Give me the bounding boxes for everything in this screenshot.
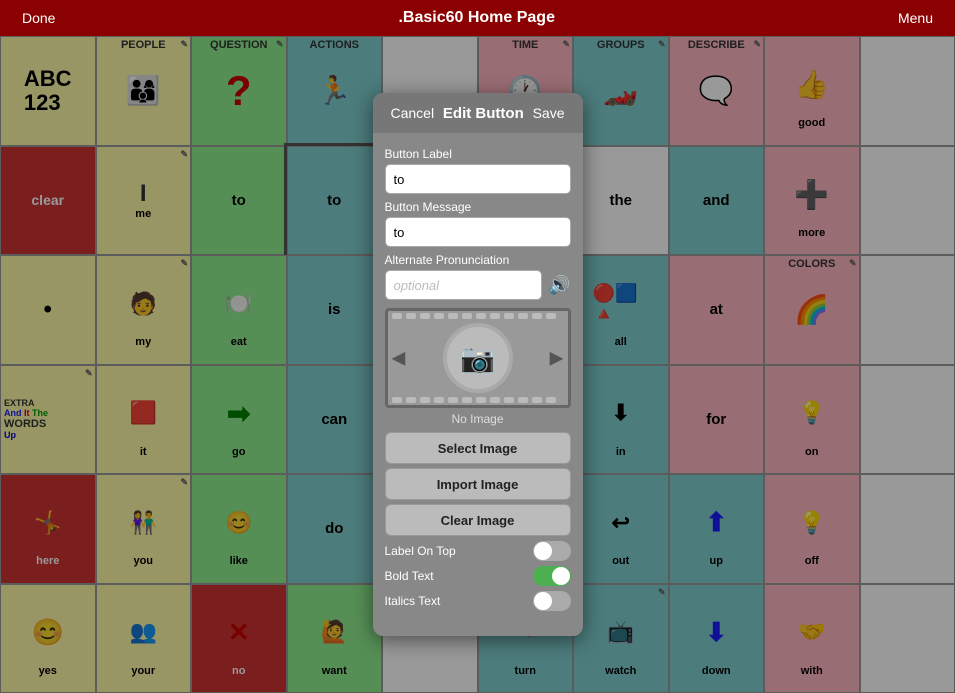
clear-image-button[interactable]: Clear Image [385, 504, 571, 536]
perf-hole [504, 397, 514, 403]
modal-header: Cancel Edit Button Save [373, 93, 583, 133]
label-on-top-label: Label On Top [385, 544, 456, 558]
perf-hole [532, 397, 542, 403]
button-label-input[interactable] [385, 164, 571, 194]
no-image-label: No Image [385, 412, 571, 426]
symbol-grid: ABC123 PEOPLE 👨‍👩‍👦 ✎ QUESTION ? ✎ ACTIO… [0, 36, 955, 693]
top-bar: Done .Basic60 Home Page Menu [0, 0, 955, 36]
image-filmstrip: ◀ 📷 ▶ [385, 308, 571, 408]
app-title: .Basic60 Home Page [398, 9, 555, 27]
perf-hole [406, 397, 416, 403]
perf-hole [392, 397, 402, 403]
button-message-input[interactable] [385, 217, 571, 247]
perf-hole [434, 397, 444, 403]
button-message-field-label: Button Message [385, 200, 571, 214]
pronunciation-row: 🔊 [385, 270, 571, 300]
speaker-icon[interactable]: 🔊 [548, 275, 570, 296]
perf-hole [420, 313, 430, 319]
italics-text-label: Italics Text [385, 594, 441, 608]
perf-hole [434, 313, 444, 319]
bold-text-label: Bold Text [385, 569, 434, 583]
cancel-button[interactable]: Cancel [385, 103, 441, 123]
perf-hole [392, 313, 402, 319]
perf-hole [476, 313, 486, 319]
button-label-field-label: Button Label [385, 147, 571, 161]
no-image-placeholder: 📷 [443, 323, 513, 393]
perf-hole [532, 313, 542, 319]
perf-hole [518, 313, 528, 319]
perf-hole [546, 313, 556, 319]
modal-body: Button Label Button Message Alternate Pr… [373, 133, 583, 624]
bold-text-row: Bold Text [385, 566, 571, 586]
film-perforations-bottom [388, 395, 568, 405]
perf-hole [518, 397, 528, 403]
perf-hole [504, 313, 514, 319]
bold-text-toggle[interactable] [533, 566, 571, 586]
label-on-top-row: Label On Top [385, 541, 571, 561]
no-image-icon: 📷 [460, 342, 495, 375]
toggle-knob [534, 542, 552, 560]
modal-overlay: Cancel Edit Button Save Button Label But… [0, 36, 955, 693]
perf-hole [406, 313, 416, 319]
perf-hole [490, 313, 500, 319]
perf-hole [476, 397, 486, 403]
alt-pronunciation-field-label: Alternate Pronunciation [385, 253, 571, 267]
perf-hole [420, 397, 430, 403]
select-image-button[interactable]: Select Image [385, 432, 571, 464]
perf-hole [448, 313, 458, 319]
toggle-knob [534, 592, 552, 610]
perf-hole [462, 397, 472, 403]
perf-hole [546, 397, 556, 403]
perf-hole [462, 313, 472, 319]
film-perforations-top [388, 311, 568, 321]
modal-title: Edit Button [440, 105, 526, 122]
perf-hole [448, 397, 458, 403]
italics-text-row: Italics Text [385, 591, 571, 611]
edit-button-modal: Cancel Edit Button Save Button Label But… [373, 93, 583, 636]
prev-image-arrow[interactable]: ◀ [392, 348, 406, 369]
toggle-knob [552, 567, 570, 585]
alt-pronunciation-input[interactable] [385, 270, 543, 300]
italics-text-toggle[interactable] [533, 591, 571, 611]
perf-hole [490, 397, 500, 403]
label-on-top-toggle[interactable] [533, 541, 571, 561]
next-image-arrow[interactable]: ▶ [550, 348, 564, 369]
import-image-button[interactable]: Import Image [385, 468, 571, 500]
menu-button[interactable]: Menu [892, 8, 939, 28]
save-button[interactable]: Save [527, 103, 571, 123]
done-button[interactable]: Done [16, 8, 61, 28]
